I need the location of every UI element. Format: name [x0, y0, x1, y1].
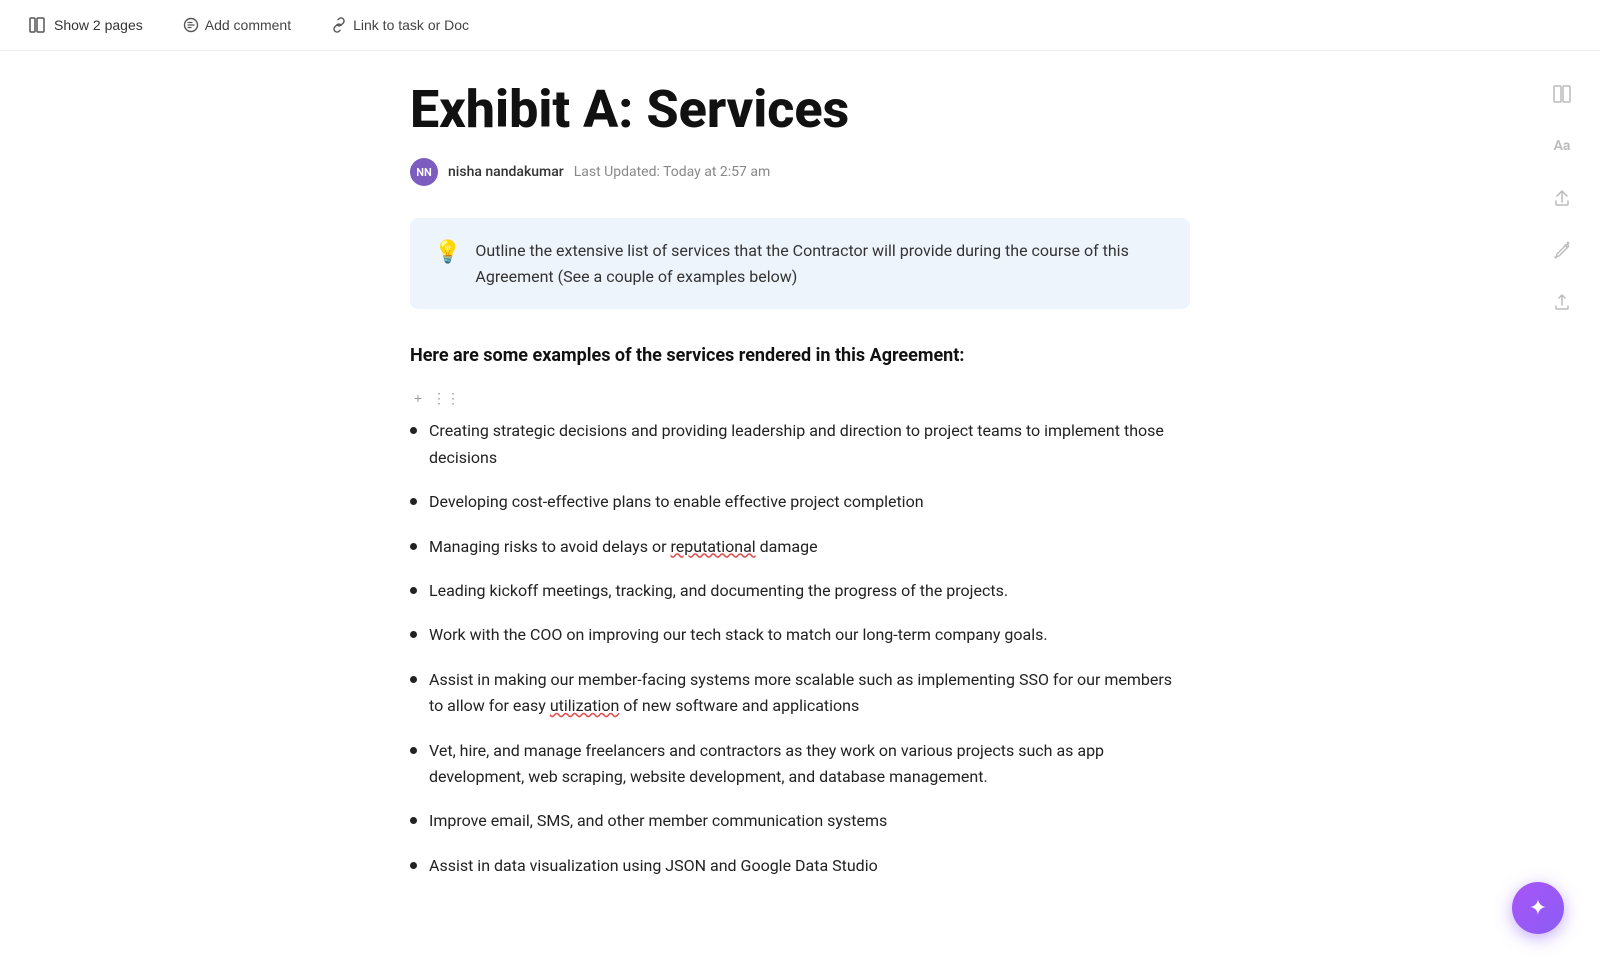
add-block-button[interactable]: + — [406, 386, 430, 410]
list-item: Assist in data visualization using JSON … — [410, 853, 1190, 879]
bullet-dot — [410, 631, 417, 638]
bullet-dot — [410, 862, 417, 869]
link-to-task-label: Link to task or Doc — [353, 17, 469, 33]
section-heading: Here are some examples of the services r… — [410, 345, 1190, 366]
list-item: Work with the COO on improving our tech … — [410, 622, 1190, 648]
list-item: Assist in making our member-facing syste… — [410, 667, 1190, 720]
layout-icon[interactable] — [1548, 80, 1576, 108]
list-item: Vet, hire, and manage freelancers and co… — [410, 738, 1190, 791]
list-item: Developing cost-effective plans to enabl… — [410, 489, 1190, 515]
magic-edit-icon[interactable] — [1548, 236, 1576, 264]
list-item: Creating strategic decisions and providi… — [410, 418, 1190, 471]
add-comment-label: Add comment — [205, 17, 291, 33]
main-content: Exhibit A: Services NN nisha nandakumar … — [350, 51, 1250, 957]
callout-box: 💡 Outline the extensive list of services… — [410, 218, 1190, 309]
pages-icon — [28, 16, 46, 34]
bullet-dot — [410, 747, 417, 754]
spell-check-word: reputational — [670, 537, 755, 556]
doc-title: Exhibit A: Services — [410, 81, 1190, 138]
fab-icon: ✦ — [1529, 896, 1547, 921]
link-to-task-button[interactable]: Link to task or Doc — [323, 13, 477, 37]
block-controls: + ⋮⋮ — [406, 386, 1190, 410]
spell-check-word: utilization — [550, 696, 619, 715]
show-pages-button[interactable]: Show 2 pages — [20, 12, 151, 38]
add-comment-button[interactable]: Add comment — [175, 13, 299, 37]
author-row: NN nisha nandakumar Last Updated: Today … — [410, 158, 1190, 186]
drag-handle-button[interactable]: ⋮⋮ — [434, 386, 458, 410]
avatar: NN — [410, 158, 438, 186]
fab-button[interactable]: ✦ — [1512, 882, 1564, 934]
author-name: nisha nandakumar — [448, 164, 564, 180]
bullet-dot — [410, 427, 417, 434]
bullet-list: Creating strategic decisions and providi… — [410, 418, 1190, 879]
list-item: Improve email, SMS, and other member com… — [410, 808, 1190, 834]
share-icon[interactable] — [1548, 184, 1576, 212]
right-sidebar: Aa — [1548, 80, 1576, 316]
callout-icon: 💡 — [434, 240, 461, 265]
bullet-dot — [410, 543, 417, 550]
bullet-dot — [410, 498, 417, 505]
export-icon[interactable] — [1548, 288, 1576, 316]
link-icon — [331, 17, 347, 33]
callout-text: Outline the extensive list of services t… — [475, 238, 1166, 289]
comment-icon — [183, 17, 199, 33]
show-pages-label: Show 2 pages — [54, 17, 143, 33]
bullet-dot — [410, 676, 417, 683]
font-size-icon[interactable]: Aa — [1548, 132, 1576, 160]
list-item: Leading kickoff meetings, tracking, and … — [410, 578, 1190, 604]
top-toolbar: Show 2 pages Add comment Link to task or… — [0, 0, 1600, 51]
bullet-dot — [410, 817, 417, 824]
last-updated: Last Updated: Today at 2:57 am — [574, 164, 771, 180]
list-item: Managing risks to avoid delays or reputa… — [410, 534, 1190, 560]
bullet-dot — [410, 587, 417, 594]
